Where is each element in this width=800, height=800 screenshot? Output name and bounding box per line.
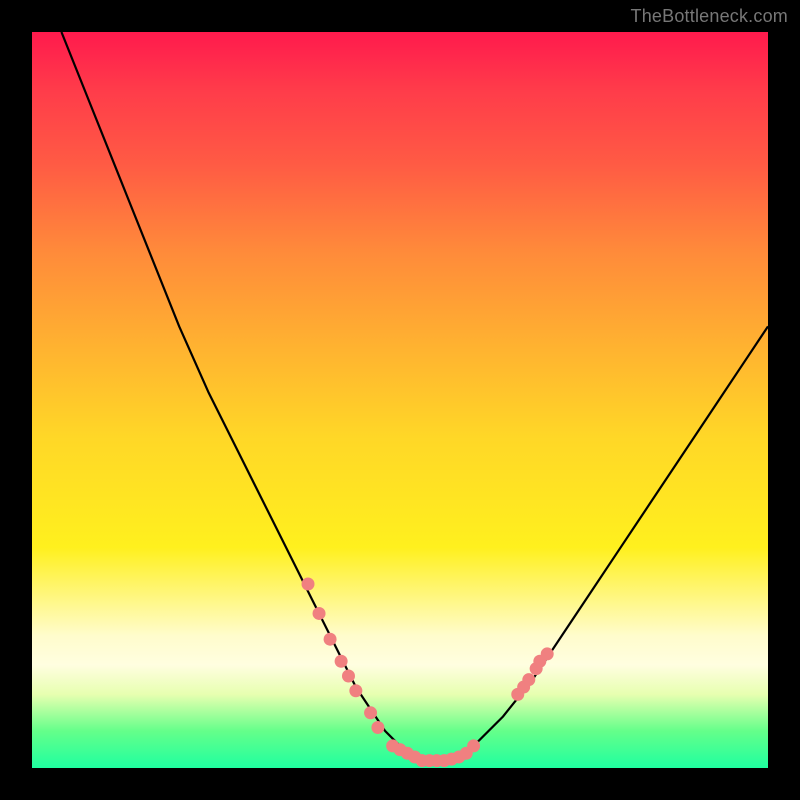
highlight-dot bbox=[335, 655, 348, 668]
bottleneck-curve bbox=[61, 32, 768, 761]
outer-frame: TheBottleneck.com bbox=[0, 0, 800, 800]
highlight-dot bbox=[467, 739, 480, 752]
highlight-dot bbox=[349, 684, 362, 697]
curve-layer bbox=[32, 32, 768, 768]
highlight-dots bbox=[302, 578, 554, 768]
highlight-dot bbox=[313, 607, 326, 620]
highlight-dot bbox=[541, 647, 554, 660]
highlight-dot bbox=[371, 721, 384, 734]
highlight-dot bbox=[522, 673, 535, 686]
highlight-dot bbox=[324, 633, 337, 646]
attribution-text: TheBottleneck.com bbox=[631, 6, 788, 27]
highlight-dot bbox=[342, 670, 355, 683]
highlight-dot bbox=[302, 578, 315, 591]
highlight-dot bbox=[364, 706, 377, 719]
